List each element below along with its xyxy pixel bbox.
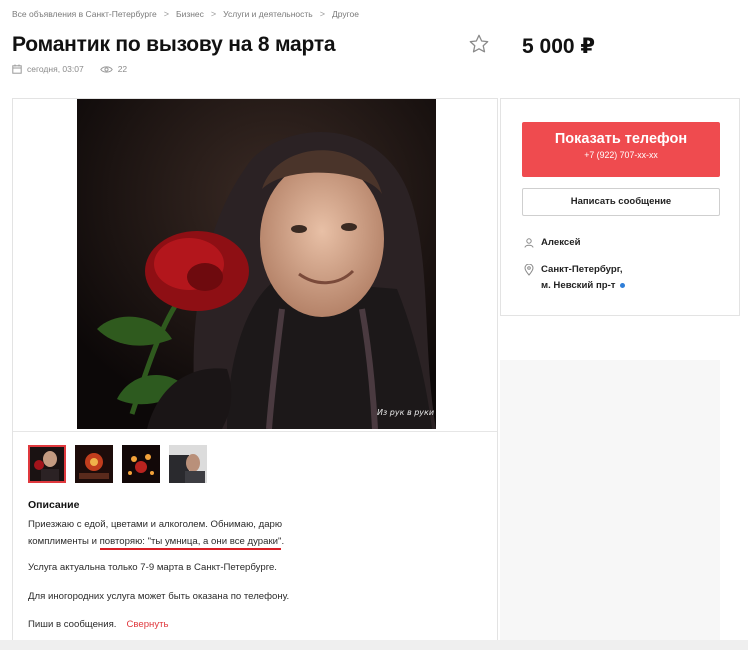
contact-card: Показать телефон +7 (922) 707-хх-хх Напи… [500, 98, 740, 316]
thumbnail-4[interactable] [169, 445, 207, 483]
star-icon[interactable] [468, 33, 490, 55]
description-paragraph-1: Приезжаю с едой, цветами и алкоголем. Об… [28, 517, 348, 550]
chevron-right-icon: > [163, 9, 169, 19]
breadcrumb-item-services[interactable]: Услуги и деятельность [223, 9, 313, 19]
metro-line-dot [619, 282, 625, 288]
listing-card: Из рук в руки Описание Приезжаю с едой, … [12, 98, 498, 640]
listing-meta: сегодня, 03:07 22 [12, 64, 127, 74]
seller-name: Алексей [541, 237, 581, 248]
description-line: комплименты и повторяю: "ты умница, а он… [28, 534, 348, 551]
location-metro: м. Невский пр-т [541, 280, 616, 291]
highlighted-quote: повторяю: "ты умница, а они все дураки" [99, 535, 282, 550]
user-icon [524, 237, 534, 248]
breadcrumb: Все объявления в Санкт-Петербурге > Бизн… [12, 9, 359, 19]
description-text: . [281, 535, 285, 547]
photo-watermark: Из рук в руки [377, 408, 434, 417]
description-paragraph-2: Услуга актуальна только 7-9 марта в Санк… [28, 562, 277, 573]
listing-date: сегодня, 03:07 [27, 64, 84, 74]
phone-number-masked: +7 (922) 707-хх-хх [584, 150, 658, 160]
breadcrumb-item-other[interactable]: Другое [332, 9, 359, 19]
show-phone-label: Показать телефон [554, 131, 688, 147]
page-title: Романтик по вызову на 8 марта [12, 33, 336, 56]
divider [13, 431, 497, 432]
description-text: комплименты и [28, 535, 100, 547]
eye-icon [99, 65, 113, 73]
thumbnail-1[interactable] [28, 445, 66, 483]
location-pin-icon [524, 264, 534, 276]
bottom-strip [0, 640, 748, 650]
description-text: Пиши в сообщения. [28, 619, 117, 630]
main-photo[interactable]: Из рук в руки [77, 99, 436, 429]
description-paragraph-3: Для иногородних услуга может быть оказан… [28, 591, 290, 602]
chevron-right-icon: > [319, 9, 325, 19]
thumbnail-2[interactable] [75, 445, 113, 483]
chevron-right-icon: > [210, 9, 217, 19]
location-city: Санкт-Петербург, [541, 264, 623, 275]
description-paragraph-4: Пиши в сообщения. Свернуть [28, 617, 348, 634]
location-metro-line: м. Невский пр-т [541, 278, 625, 294]
collapse-link[interactable]: Свернуть [126, 619, 168, 630]
calendar-icon [12, 64, 22, 74]
thumbnail-3[interactable] [122, 445, 160, 483]
seller-info[interactable]: Алексей [524, 237, 580, 248]
write-message-button[interactable]: Написать сообщение [522, 188, 720, 216]
location-info: Санкт-Петербург, м. Невский пр-т [524, 262, 625, 294]
side-placeholder [500, 360, 720, 650]
views-count: 22 [117, 64, 128, 74]
breadcrumb-item-business[interactable]: Бизнес [176, 9, 204, 19]
description-heading: Описание [28, 499, 80, 511]
description-line: Приезжаю с едой, цветами и алкоголем. Об… [28, 519, 283, 530]
views-counter: 22 [99, 64, 128, 74]
show-phone-button[interactable]: Показать телефон +7 (922) 707-хх-хх [522, 122, 720, 177]
breadcrumb-item-all[interactable]: Все объявления в Санкт-Петербурге [12, 9, 157, 19]
thumbnail-strip [28, 445, 207, 483]
price: 5 000 ₽ [522, 35, 595, 58]
